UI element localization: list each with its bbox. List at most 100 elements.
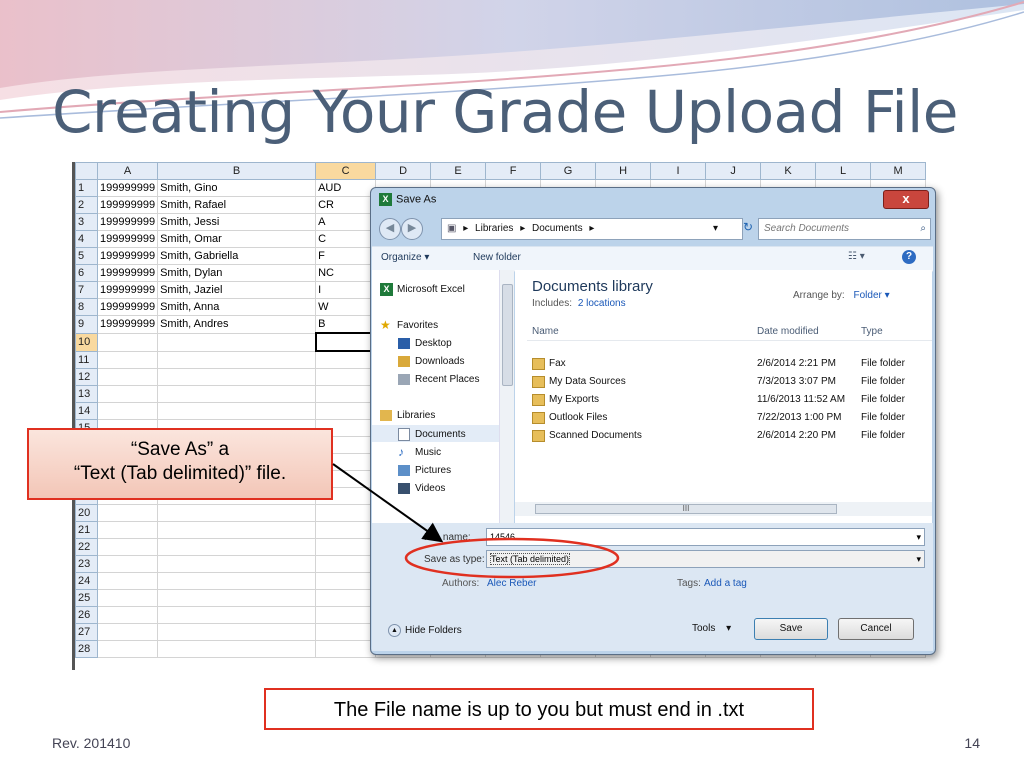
cell-b[interactable]: Smith, Dylan — [157, 264, 317, 282]
cell-c[interactable]: CR — [315, 196, 377, 214]
row-header[interactable]: 28 — [75, 640, 98, 658]
cell-c[interactable]: I — [315, 281, 377, 299]
cell-b[interactable]: Smith, Gabriella — [157, 247, 317, 265]
nav-item-microsoft-excel[interactable]: X Microsoft Excel — [380, 283, 465, 296]
cell-a[interactable] — [96, 555, 159, 573]
cancel-button[interactable]: Cancel — [838, 618, 914, 640]
list-item[interactable]: Outlook Files 7/22/2013 1:00 PM File folde… — [527, 410, 932, 426]
column-header-date[interactable]: Date modified — [757, 326, 819, 337]
save-type-dropdown-icon[interactable]: ▾ — [916, 551, 921, 567]
cell-c[interactable] — [315, 623, 377, 641]
cell-b[interactable]: Smith, Jessi — [157, 213, 317, 231]
row-header[interactable]: 7 — [75, 281, 98, 299]
cell-b[interactable]: Smith, Omar — [157, 230, 317, 248]
nav-item-pictures[interactable]: Pictures — [398, 465, 451, 476]
column-header-type[interactable]: Type — [861, 326, 883, 337]
cell-c[interactable]: AUD — [315, 179, 377, 197]
cell-b[interactable] — [157, 640, 317, 658]
help-icon[interactable]: ? — [902, 250, 916, 264]
back-arrow-icon[interactable]: ◀ — [379, 218, 401, 240]
cell-b[interactable] — [157, 538, 317, 556]
cell-a[interactable] — [96, 640, 159, 658]
cell-b[interactable] — [157, 606, 317, 624]
refresh-icon[interactable]: ↻ — [743, 220, 753, 234]
save-button[interactable]: Save — [754, 618, 828, 640]
new-folder-button[interactable]: New folder — [473, 252, 521, 263]
cell-a[interactable]: 199999999 — [96, 281, 159, 299]
cell-b[interactable]: Smith, Andres — [157, 315, 317, 334]
row-header[interactable]: 10 — [75, 332, 98, 352]
row-header[interactable]: 12 — [75, 368, 98, 386]
scrollbar-thumb[interactable] — [502, 284, 513, 386]
cell-a[interactable] — [96, 350, 159, 369]
address-bar[interactable]: ▣ ▸ Libraries ▸ Documents ▸ ▾ — [441, 218, 743, 240]
cell-c[interactable]: A — [315, 213, 377, 231]
row-header[interactable]: 8 — [75, 298, 98, 316]
row-header[interactable]: 20 — [75, 504, 98, 522]
search-icon[interactable]: ⌕ — [920, 219, 926, 238]
row-header[interactable]: 13 — [75, 385, 98, 403]
list-item[interactable]: My Data Sources 7/3/2013 3:07 PM File fold… — [527, 374, 932, 390]
row-header[interactable]: 6 — [75, 264, 98, 282]
file-name-field[interactable]: 14546 ▾ — [486, 528, 925, 546]
row-header[interactable]: 3 — [75, 213, 98, 231]
cell-c[interactable] — [315, 385, 377, 403]
nav-item-libraries[interactable]: Libraries — [380, 410, 435, 421]
arrange-by-dropdown[interactable]: Folder ▾ — [853, 290, 889, 301]
list-item[interactable]: Scanned Documents 2/6/2014 2:20 PM File fo… — [527, 428, 932, 444]
address-dropdown-icon[interactable]: ▾ — [713, 219, 718, 238]
row-header[interactable]: 11 — [75, 350, 98, 369]
cell-b[interactable] — [157, 350, 317, 369]
cell-b[interactable] — [157, 385, 317, 403]
forward-arrow-icon[interactable]: ▶ — [401, 218, 423, 240]
cell-a[interactable] — [96, 538, 159, 556]
column-header-k[interactable]: K — [760, 162, 817, 180]
cell-a[interactable] — [96, 402, 159, 420]
cell-a[interactable] — [96, 385, 159, 403]
cell-c[interactable] — [315, 640, 377, 658]
cell-c[interactable] — [315, 521, 377, 539]
search-input[interactable]: Search Documents ⌕ — [758, 218, 931, 240]
row-header[interactable]: 27 — [75, 623, 98, 641]
list-item[interactable]: Fax 2/6/2014 2:21 PM File folder — [527, 356, 932, 372]
cell-a[interactable]: 199999999 — [96, 179, 159, 197]
row-header[interactable]: 4 — [75, 230, 98, 248]
file-name-dropdown-icon[interactable]: ▾ — [916, 529, 921, 545]
row-header[interactable]: 26 — [75, 606, 98, 624]
list-item[interactable]: My Exports 11/6/2013 11:52 AM File folder — [527, 392, 932, 408]
cell-c[interactable] — [315, 350, 377, 369]
cell-c[interactable] — [315, 572, 377, 590]
close-button[interactable]: x — [883, 190, 929, 209]
cell-a[interactable]: 199999999 — [96, 213, 159, 231]
row-header[interactable]: 24 — [75, 572, 98, 590]
cell-a[interactable]: 199999999 — [96, 264, 159, 282]
row-header[interactable]: 23 — [75, 555, 98, 573]
column-header-h[interactable]: H — [595, 162, 652, 180]
cell-b[interactable]: Smith, Jaziel — [157, 281, 317, 299]
row-header[interactable]: 2 — [75, 196, 98, 214]
cell-b[interactable] — [157, 402, 317, 420]
nav-item-recent-places[interactable]: Recent Places — [398, 374, 479, 385]
hide-folders-button[interactable]: ▲ Hide Folders — [388, 624, 462, 637]
column-header-a[interactable]: A — [96, 162, 159, 180]
cell-c[interactable]: F — [315, 247, 377, 265]
cell-a[interactable] — [96, 368, 159, 386]
select-all-corner[interactable] — [75, 162, 98, 180]
cell-b[interactable] — [157, 332, 317, 352]
nav-item-desktop[interactable]: Desktop — [398, 338, 452, 349]
cell-c[interactable]: C — [315, 230, 377, 248]
view-options-icon[interactable]: ☷ ▾ — [848, 251, 865, 262]
breadcrumb-libraries[interactable]: Libraries — [475, 223, 513, 234]
tools-button[interactable]: Tools ▾ — [692, 623, 731, 634]
cell-c[interactable] — [315, 606, 377, 624]
cell-b[interactable]: Smith, Gino — [157, 179, 317, 197]
organize-button[interactable]: Organize ▾ — [381, 252, 429, 263]
cell-a[interactable] — [96, 572, 159, 590]
save-type-select[interactable]: Text (Tab delimited) ▾ — [486, 550, 925, 568]
cell-b[interactable]: Smith, Anna — [157, 298, 317, 316]
column-header-m[interactable]: M — [870, 162, 927, 180]
breadcrumb-documents[interactable]: Documents — [532, 223, 583, 234]
cell-b[interactable] — [157, 368, 317, 386]
cell-b[interactable] — [157, 521, 317, 539]
row-header[interactable]: 21 — [75, 521, 98, 539]
